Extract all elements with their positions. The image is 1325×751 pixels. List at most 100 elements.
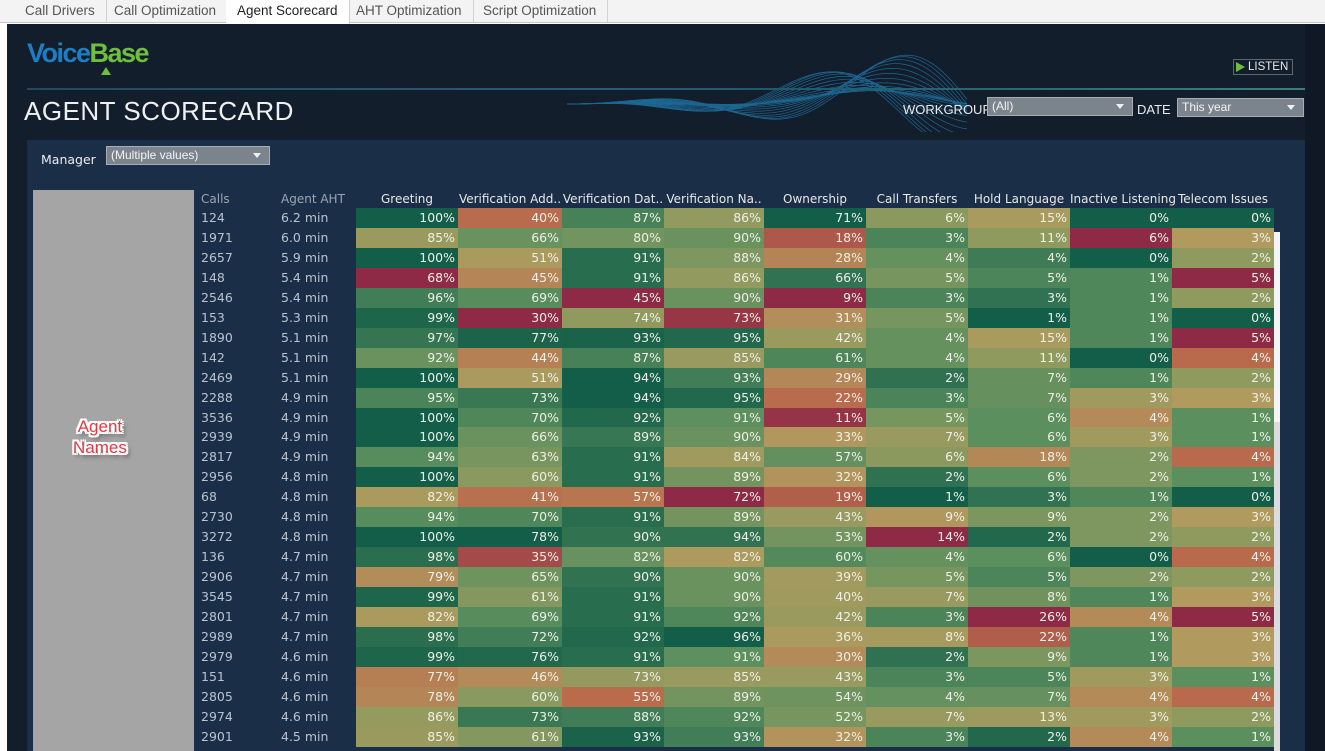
score-cell[interactable]: 3% <box>1172 507 1274 528</box>
score-cell[interactable]: 33% <box>764 427 866 448</box>
score-cell[interactable]: 85% <box>356 726 458 747</box>
score-cell[interactable]: 2% <box>1172 247 1274 268</box>
score-cell[interactable]: 86% <box>664 208 764 228</box>
score-cell[interactable]: 91% <box>562 267 664 288</box>
score-cell[interactable]: 0% <box>1172 487 1274 508</box>
score-cell[interactable]: 86% <box>356 706 458 727</box>
score-cell[interactable]: 2% <box>1172 287 1274 308</box>
score-cell[interactable]: 1% <box>1070 267 1172 288</box>
score-cell[interactable]: 45% <box>562 287 664 308</box>
score-cell[interactable]: 2% <box>1172 567 1274 588</box>
score-cell[interactable]: 2% <box>1172 367 1274 388</box>
score-cell[interactable]: 3% <box>1172 626 1274 647</box>
table-row[interactable]: 3272 4.8 min 100% 78% 90% 94% 53% 14% 2% 2% 2% <box>199 527 1285 548</box>
column-header[interactable]: Verification Add.. <box>458 192 562 206</box>
score-cell[interactable]: 6% <box>968 427 1070 448</box>
score-cell[interactable]: 1% <box>866 487 968 508</box>
score-cell[interactable]: 57% <box>562 487 664 508</box>
score-cell[interactable]: 2% <box>1070 467 1172 488</box>
score-cell[interactable]: 3% <box>968 487 1070 508</box>
score-cell[interactable]: 42% <box>764 607 866 627</box>
score-cell[interactable]: 7% <box>968 367 1070 388</box>
score-cell[interactable]: 1% <box>1172 666 1274 687</box>
score-cell[interactable]: 94% <box>356 507 458 528</box>
score-cell[interactable]: 94% <box>664 527 764 548</box>
score-cell[interactable]: 85% <box>664 347 764 368</box>
score-cell[interactable]: 4% <box>1070 607 1172 627</box>
score-cell[interactable]: 22% <box>764 387 866 408</box>
score-cell[interactable]: 66% <box>764 267 866 288</box>
score-cell[interactable]: 4% <box>1070 686 1172 707</box>
score-cell[interactable]: 3% <box>1172 387 1274 408</box>
score-cell[interactable]: 90% <box>664 227 764 248</box>
score-cell[interactable]: 4% <box>1070 407 1172 428</box>
score-cell[interactable]: 43% <box>764 666 866 687</box>
score-cell[interactable]: 65% <box>458 567 562 588</box>
score-cell[interactable]: 51% <box>458 367 562 388</box>
column-header[interactable]: Verification Na.. <box>664 192 764 206</box>
score-cell[interactable]: 3% <box>968 287 1070 308</box>
score-cell[interactable]: 89% <box>664 467 764 488</box>
score-cell[interactable]: 92% <box>562 407 664 428</box>
score-cell[interactable]: 82% <box>356 487 458 508</box>
column-header[interactable]: Calls <box>199 192 279 206</box>
score-cell[interactable]: 91% <box>562 646 664 667</box>
score-cell[interactable]: 3% <box>1172 587 1274 608</box>
score-cell[interactable]: 15% <box>968 208 1070 228</box>
score-cell[interactable]: 2% <box>1070 507 1172 528</box>
date-select[interactable]: This year <box>1177 98 1304 117</box>
score-cell[interactable]: 92% <box>562 626 664 647</box>
score-cell[interactable]: 5% <box>866 407 968 428</box>
score-cell[interactable]: 91% <box>562 247 664 268</box>
table-row[interactable]: 2817 4.9 min 94% 63% 91% 84% 57% 6% 18% 2% 4% <box>199 447 1285 468</box>
score-cell[interactable]: 4% <box>866 547 968 568</box>
score-cell[interactable]: 5% <box>1172 327 1274 348</box>
score-cell[interactable]: 5% <box>866 267 968 288</box>
table-row[interactable]: 124 6.2 min 100% 40% 87% 86% 71% 6% 15% 0% 0% <box>199 208 1285 228</box>
score-cell[interactable]: 13% <box>968 706 1070 727</box>
score-cell[interactable]: 90% <box>664 287 764 308</box>
tab-call-drivers[interactable]: Call Drivers <box>14 0 107 23</box>
score-cell[interactable]: 74% <box>562 307 664 328</box>
score-cell[interactable]: 3% <box>1070 387 1172 408</box>
score-cell[interactable]: 66% <box>458 427 562 448</box>
score-cell[interactable]: 1% <box>1070 587 1172 608</box>
column-header[interactable]: Hold Language <box>968 192 1070 206</box>
table-row[interactable]: 2956 4.8 min 100% 60% 91% 89% 32% 2% 6% 2% 1% <box>199 467 1285 488</box>
table-row[interactable]: 1971 6.0 min 85% 66% 80% 90% 18% 3% 11% 6% 3% <box>199 227 1285 248</box>
score-cell[interactable]: 30% <box>458 307 562 328</box>
score-cell[interactable]: 36% <box>764 626 866 647</box>
score-cell[interactable]: 1% <box>968 307 1070 328</box>
score-cell[interactable]: 60% <box>458 467 562 488</box>
score-cell[interactable]: 35% <box>458 547 562 568</box>
score-cell[interactable]: 2% <box>1172 527 1274 548</box>
score-cell[interactable]: 90% <box>664 567 764 588</box>
scrollbar-thumb[interactable] <box>1274 232 1280 422</box>
score-cell[interactable]: 97% <box>356 327 458 348</box>
score-cell[interactable]: 90% <box>664 427 764 448</box>
table-row[interactable]: 2939 4.9 min 100% 66% 89% 90% 33% 7% 6% 3% 1% <box>199 427 1285 448</box>
score-cell[interactable]: 2% <box>1070 527 1172 548</box>
score-cell[interactable]: 6% <box>1070 227 1172 248</box>
score-cell[interactable]: 100% <box>356 407 458 428</box>
score-cell[interactable]: 6% <box>866 208 968 228</box>
score-cell[interactable]: 5% <box>968 666 1070 687</box>
score-cell[interactable]: 73% <box>664 307 764 328</box>
score-cell[interactable]: 4% <box>1172 547 1274 568</box>
score-cell[interactable]: 73% <box>562 666 664 687</box>
score-cell[interactable]: 63% <box>458 447 562 468</box>
score-cell[interactable]: 40% <box>458 208 562 228</box>
column-header[interactable]: Ownership <box>764 192 866 206</box>
score-cell[interactable]: 60% <box>458 686 562 707</box>
score-cell[interactable]: 0% <box>1172 307 1274 328</box>
score-cell[interactable]: 30% <box>764 646 866 667</box>
score-cell[interactable]: 100% <box>356 247 458 268</box>
score-cell[interactable]: 100% <box>356 367 458 388</box>
tab-agent-scorecard[interactable]: Agent Scorecard <box>226 0 350 24</box>
score-cell[interactable]: 4% <box>968 247 1070 268</box>
score-cell[interactable]: 96% <box>664 626 764 647</box>
score-cell[interactable]: 11% <box>764 407 866 428</box>
table-row[interactable]: 136 4.7 min 98% 35% 82% 82% 60% 4% 6% 0% 4% <box>199 547 1285 568</box>
score-cell[interactable]: 78% <box>458 527 562 548</box>
score-cell[interactable]: 3% <box>1070 427 1172 448</box>
